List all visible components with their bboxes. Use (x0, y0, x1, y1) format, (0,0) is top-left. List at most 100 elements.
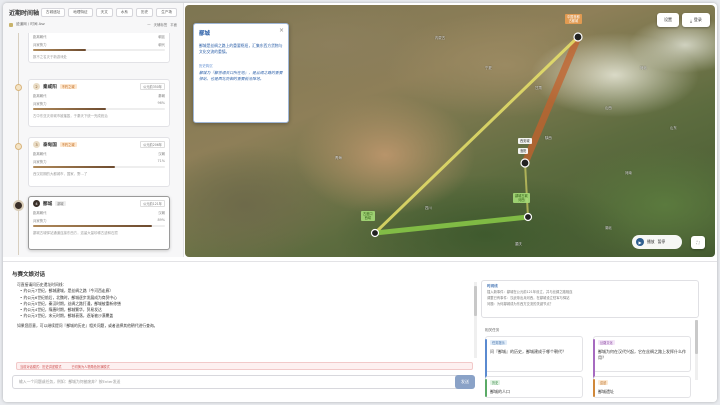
filter-chip[interactable]: 水系 (115, 8, 134, 17)
region-label: 山东 (670, 126, 677, 130)
region-label: 陕西 (545, 136, 552, 140)
item-tag: 鄯城 (55, 201, 66, 206)
timeline-list: 距离朝代 朝廷 兵家势力 朝代 数不之名灭于新游戏处 2 秦咸阳 不朽之城 公元前3… (3, 33, 184, 255)
timeline-summary: 时间线 插入新事件：鄯城在公元前121年设立，并与丝绸之路相连 调整已有事件：汉… (481, 280, 699, 318)
route-line-connector (524, 162, 529, 218)
timeline-node-active[interactable] (13, 200, 24, 211)
stat-value: 89% (157, 218, 165, 222)
stat-label: 兵家势力 (33, 43, 47, 47)
card-note: 西汉初期的大都城市，国家，野…了 (33, 172, 88, 176)
map-view[interactable]: 甘肃 宁夏 陕西 山西 河南 河北 四川 青海 湖北 重庆 内蒙古 山东 中国首… (185, 5, 715, 257)
item-date: 公元前121年 (140, 200, 165, 207)
filter-chip[interactable]: 古城遗址 (40, 8, 66, 17)
filter-chip[interactable]: 天文 (95, 8, 113, 17)
region-label: 甘肃 (535, 86, 542, 90)
chat-scrollbar[interactable] (474, 282, 477, 358)
region-label: 山西 (605, 106, 612, 110)
stat-label: 距离朝代 (33, 211, 47, 215)
download-icon: ⤓ (690, 17, 692, 23)
filter-chip[interactable]: 历史 (136, 8, 154, 17)
popup-title: 鄯城 (199, 31, 211, 37)
chat-input[interactable]: 输入一个问题或任务，例如：鄯城为何被废弃？按Enter发送 (12, 375, 474, 389)
timeline-node[interactable] (15, 84, 22, 91)
point-label[interactable]: 洛阳 (518, 148, 529, 154)
item-number: 3 (33, 141, 40, 148)
view-button[interactable]: 平面 (170, 22, 177, 27)
fullscreen-icon: ⛶ (696, 240, 700, 245)
stat-value: 朝代 (158, 43, 165, 47)
play-icon[interactable]: ▶ (636, 238, 644, 246)
status-text: 当前对话模式：历史讲述模式 (20, 364, 62, 369)
task-accent (593, 379, 595, 397)
scroll-thumb[interactable] (474, 286, 477, 316)
region-label: 河北 (640, 66, 647, 70)
chat-section: 与赛文娘对话 可直接请问历史遗址时间线： 约公元7世纪，鄯城建城，是丝绸之路（今… (3, 261, 717, 402)
timeline-panel: 近期时间轴 古城遗址 地理特征 天文 水系 历史 生产场 迹道网 / 时间 As… (3, 3, 184, 257)
timeline-card[interactable]: 3 泰甸国 不朽之城 公元前206年 距离朝代 汉朝 兵家势力 71% 西汉初期的大… (28, 137, 170, 187)
task-card[interactable]: 任务提示 问『鄯城』的历史，鄯城建成于哪个朝代？ (485, 336, 583, 387)
stat-label: 距离朝代 (33, 152, 47, 156)
task-text: 问『鄯城』的历史，鄯城建成于哪个朝代？ (490, 349, 566, 354)
filter-chip[interactable]: 生产场 (156, 8, 177, 17)
stat-label: 距离朝代 (33, 35, 47, 39)
login-button[interactable]: ⤓ 登录 (682, 13, 710, 27)
filter-chips: 古城遗址 地理特征 天文 水系 历史 生产场 (40, 8, 177, 17)
summary-line: 问题：为何鄯城成为东西方交流的关键节点？ (487, 302, 553, 306)
item-name: 泰甸国 (43, 142, 57, 148)
status-bar: 当前对话模式：历史讲述模式 已切换为人物角色扮演模式 (16, 362, 473, 370)
settings-button[interactable]: 设置 (657, 13, 679, 27)
task-text: 鄯城遗址 (598, 389, 614, 394)
view-button[interactable]: 一 (147, 22, 150, 27)
filter-chip[interactable]: 地理特征 (68, 8, 93, 17)
timeline-card[interactable]: 距离朝代 朝廷 兵家势力 朝代 数不之名灭于新游戏处 (28, 33, 170, 63)
region-label: 湖北 (605, 226, 612, 230)
stat-value: 朝廷 (158, 35, 165, 39)
item-number: 2 (33, 83, 40, 90)
side-scrollbar[interactable] (695, 320, 698, 380)
item-date: 公元前206年 (140, 141, 165, 148)
point-label[interactable]: 鄯城古城 河西 (513, 193, 530, 203)
send-button[interactable]: 发送 (455, 375, 475, 389)
task-card[interactable]: 丝路文化 鄯城为何在汉代兴起，它在丝绸之路上发挥什么作用？ (593, 336, 691, 387)
card-note: 鄯城古城驿站通道连接东西方，遗留大量珍稀古迹和石窟 (33, 231, 118, 235)
progress-bar (33, 225, 165, 227)
task-card[interactable]: 遗迹 鄯城遗址 (593, 376, 691, 398)
region-label: 宁夏 (485, 66, 492, 70)
playback-control[interactable]: ▶ 播放 暂停 (632, 235, 682, 249)
item-date: 公元前350年 (140, 83, 165, 90)
point-label[interactable]: 西安城 (518, 138, 532, 144)
app-window: 近期时间轴 古城遗址 地理特征 天文 水系 历史 生产场 迹道网 / 时间 As… (3, 3, 717, 402)
chat-title: 与赛文娘对话 (12, 272, 46, 278)
timeline-node[interactable] (15, 143, 22, 150)
timeline-card[interactable]: 2 秦咸阳 不朽之城 公元前350年 距离朝代 秦朝 兵家势力 96% 古中东亚灭帝… (28, 79, 170, 127)
scroll-thumb[interactable] (695, 320, 698, 354)
task-tag: 任务提示 (490, 340, 507, 345)
stat-label: 兵家势力 (33, 102, 47, 106)
close-icon[interactable]: × (279, 27, 284, 34)
message-list: 约公元7世纪，鄯城建城，是丝绸之路（今河西走廊） 约公元6世纪前后，北魏时，鄯城… (17, 288, 473, 319)
region-label: 河南 (625, 171, 632, 175)
progress-fill (33, 49, 86, 51)
point-label[interactable]: 中国首都 古都城 (565, 14, 582, 24)
timeline-card-active[interactable]: 4 鄯城 鄯城 公元前121年 距离朝代 汉朝 兵家势力 89% 鄯城古城驿站通道连… (28, 196, 170, 250)
progress-fill (33, 225, 152, 227)
region-label: 青海 (335, 156, 342, 160)
task-card[interactable]: 历史 鄯城的人口 (485, 376, 583, 398)
play-label: 播放 (647, 239, 655, 244)
point-sub: 西域 (364, 216, 371, 220)
assistant-message: 可直接请问历史遗址时间线： 约公元7世纪，鄯城建城，是丝绸之路（今河西走廊） 约… (17, 282, 473, 354)
point-label[interactable]: 古渡口 西域 (361, 211, 375, 221)
fullscreen-button[interactable]: ⛶ (691, 236, 705, 249)
view-button[interactable]: 天辅标签 (154, 22, 168, 27)
point-name: 洛阳 (520, 149, 527, 153)
panel-title: 近期时间轴 (9, 10, 40, 17)
popup-section-title: 历史钩沉 (199, 64, 213, 68)
progress-bar (33, 166, 165, 168)
task-accent (485, 379, 487, 397)
point-marker (370, 228, 380, 238)
point-marker (573, 32, 583, 42)
point-sub: 河西 (518, 198, 525, 202)
message-item: 约公元3世纪，宋元时期，鄯城衰落，逐渐被沙漠覆盖 (20, 313, 473, 319)
task-tag: 历史 (490, 380, 501, 385)
item-tag: 不朽之城 (59, 84, 77, 89)
